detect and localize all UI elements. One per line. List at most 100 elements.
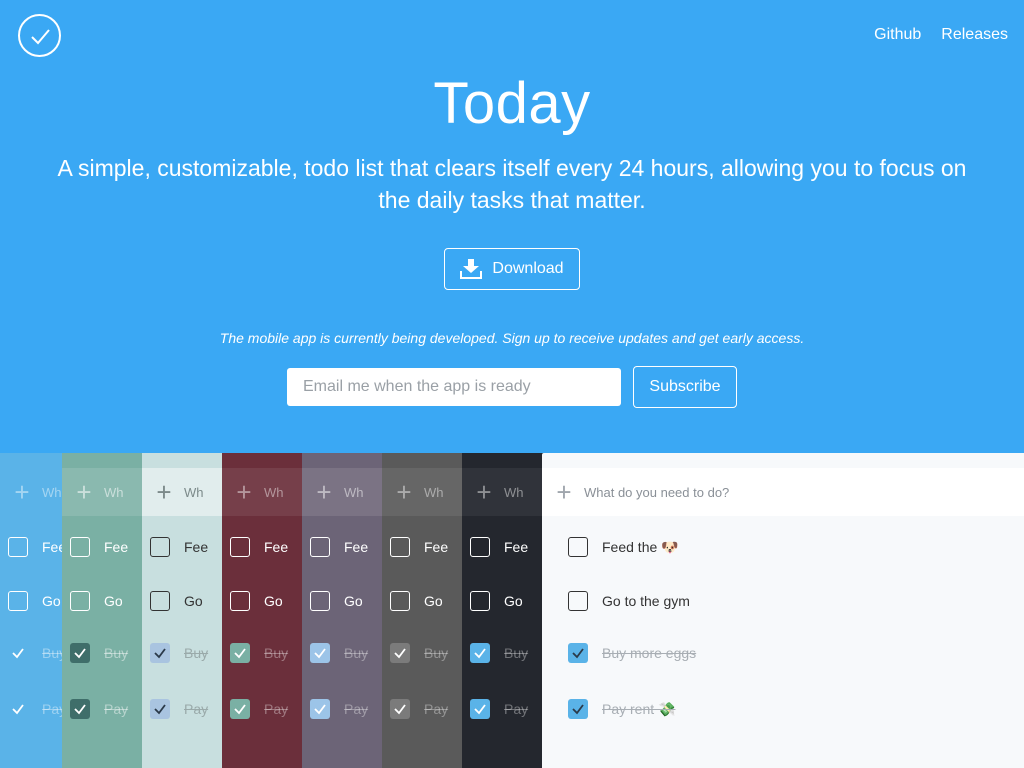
checkbox[interactable] <box>470 643 490 663</box>
checkbox[interactable] <box>70 699 90 719</box>
todo-item[interactable]: Go <box>470 590 523 612</box>
todo-item[interactable]: Pay <box>390 698 448 720</box>
check-icon <box>234 704 246 715</box>
todo-item[interactable]: Fee <box>390 536 448 558</box>
checkbox[interactable] <box>8 699 28 719</box>
todo-item[interactable]: Fee <box>230 536 288 558</box>
download-icon <box>460 259 483 279</box>
subscribe-button[interactable]: Subscribe <box>633 366 737 408</box>
logo[interactable] <box>18 14 61 57</box>
check-icon <box>474 704 486 715</box>
todo-item[interactable]: Fee <box>470 536 528 558</box>
todo-item[interactable]: Buy <box>230 642 288 664</box>
plus-icon: + <box>476 477 492 507</box>
checkbox[interactable] <box>568 537 588 557</box>
checkbox[interactable] <box>150 591 170 611</box>
todo-item[interactable]: Pay <box>150 698 208 720</box>
checkbox[interactable] <box>230 699 250 719</box>
todo-text: Pay <box>344 701 369 717</box>
todo-item[interactable]: Fee <box>310 536 368 558</box>
plus-icon: + <box>556 477 572 507</box>
checkbox[interactable] <box>150 537 170 557</box>
todo-item[interactable]: Pay rent 💸 <box>568 698 675 720</box>
todo-item[interactable]: Fee <box>8 536 66 558</box>
checkbox[interactable] <box>568 643 588 663</box>
check-icon <box>154 648 166 659</box>
todo-item[interactable]: Pay <box>70 698 128 720</box>
check-icon <box>314 648 326 659</box>
page-title: Today <box>433 71 591 136</box>
todo-item[interactable]: Fee <box>70 536 128 558</box>
todo-item[interactable]: Go <box>70 590 123 612</box>
todo-text: Fee <box>344 539 369 555</box>
checkbox[interactable] <box>150 643 170 663</box>
checkbox[interactable] <box>390 537 410 557</box>
todo-item[interactable]: Go <box>8 590 61 612</box>
todo-item[interactable]: Buy <box>70 642 128 664</box>
checkbox[interactable] <box>470 699 490 719</box>
checkbox[interactable] <box>230 537 250 557</box>
todo-item[interactable]: Buy <box>8 642 66 664</box>
add-task-placeholder: Wh <box>344 484 364 500</box>
mobile-app-note: The mobile app is currently being develo… <box>219 330 805 346</box>
download-label: Download <box>492 260 564 277</box>
checkbox[interactable] <box>310 643 330 663</box>
todo-text: Go <box>264 593 283 609</box>
plus-icon: + <box>396 477 412 507</box>
todo-item[interactable]: Pay <box>470 698 528 720</box>
checkbox[interactable] <box>230 591 250 611</box>
checkbox[interactable] <box>8 591 28 611</box>
check-icon <box>154 704 166 715</box>
todo-item[interactable]: Pay <box>8 698 66 720</box>
todo-item[interactable]: Fee <box>150 536 208 558</box>
checkbox[interactable] <box>70 537 90 557</box>
todo-text: Go <box>344 593 363 609</box>
checkbox[interactable] <box>310 591 330 611</box>
email-input[interactable] <box>287 368 621 406</box>
checkbox[interactable] <box>310 537 330 557</box>
todo-text: Pay rent 💸 <box>602 700 676 717</box>
checkbox[interactable] <box>230 643 250 663</box>
todo-item[interactable]: Buy <box>150 642 208 664</box>
nav-releases-link[interactable]: Releases <box>941 26 1008 44</box>
checkbox[interactable] <box>8 643 28 663</box>
todo-item[interactable]: Buy <box>390 642 448 664</box>
todo-text: Go to the gym <box>602 593 690 609</box>
checkbox[interactable] <box>470 591 490 611</box>
checkbox[interactable] <box>8 537 28 557</box>
checkbox[interactable] <box>390 643 410 663</box>
todo-item[interactable]: Go <box>230 590 283 612</box>
todo-item[interactable]: Buy <box>470 642 528 664</box>
todo-item[interactable]: Pay <box>230 698 288 720</box>
todo-item[interactable]: Go <box>310 590 363 612</box>
todo-item[interactable]: Go <box>150 590 203 612</box>
checkbox[interactable] <box>470 537 490 557</box>
todo-text: Go <box>42 593 61 609</box>
todo-item[interactable]: Feed the 🐶 <box>568 536 679 558</box>
checkbox[interactable] <box>70 643 90 663</box>
checkbox[interactable] <box>310 699 330 719</box>
todo-text: Buy <box>104 645 129 661</box>
checkbox[interactable] <box>150 699 170 719</box>
checkbox[interactable] <box>70 591 90 611</box>
check-icon <box>12 648 24 659</box>
checkbox[interactable] <box>390 699 410 719</box>
todo-item[interactable]: Buy more eggs <box>568 642 696 664</box>
todo-item[interactable]: Pay <box>310 698 368 720</box>
add-task-bar[interactable]: + What do you need to do? <box>542 468 1024 516</box>
todo-item[interactable]: Go <box>390 590 443 612</box>
todo-text: Pay <box>104 701 129 717</box>
download-button[interactable]: Download <box>444 248 580 290</box>
todo-item[interactable]: Buy <box>310 642 368 664</box>
checkbox[interactable] <box>568 591 588 611</box>
top-nav: Github Releases <box>874 26 1008 44</box>
add-task-placeholder: Wh <box>184 484 204 500</box>
add-task-placeholder: What do you need to do? <box>584 484 730 500</box>
todo-item[interactable]: Go to the gym <box>568 590 690 612</box>
checkbox[interactable] <box>390 591 410 611</box>
nav-github-link[interactable]: Github <box>874 26 921 44</box>
check-icon <box>474 648 486 659</box>
check-icon <box>12 704 24 715</box>
checkbox[interactable] <box>568 699 588 719</box>
check-icon <box>31 29 50 45</box>
